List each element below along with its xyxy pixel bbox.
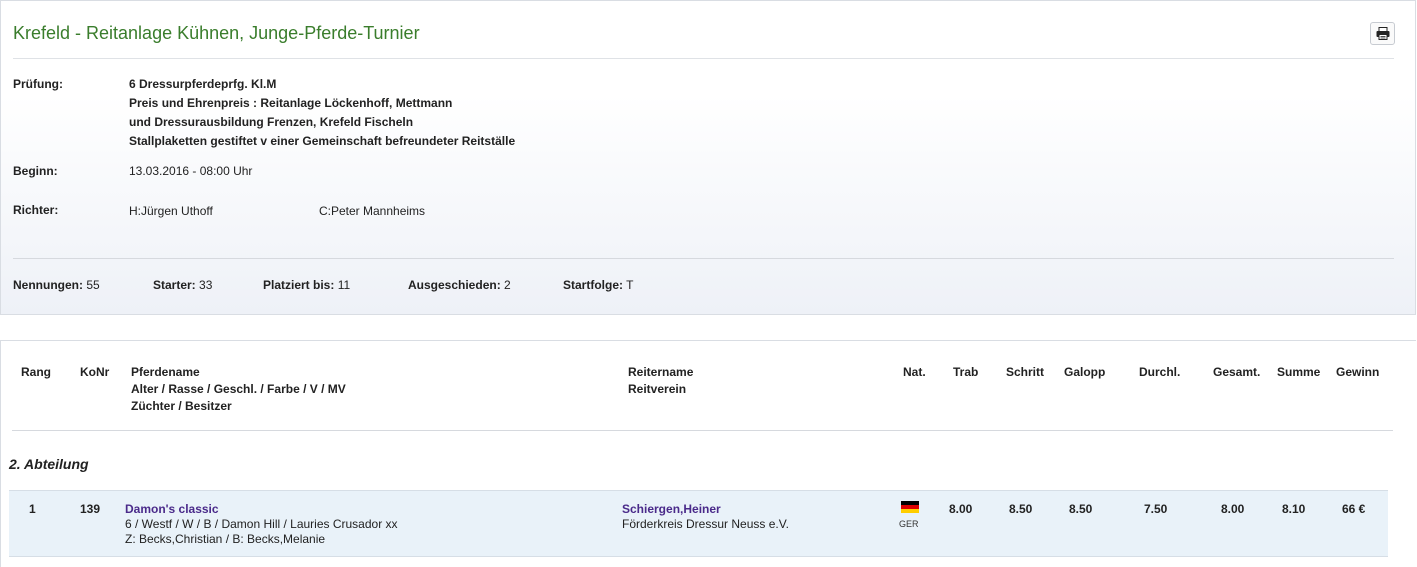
rider-name-link[interactable]: Schiergen,Heiner xyxy=(622,502,789,517)
cell-gesamt: 8.00 xyxy=(1221,502,1245,516)
stat-value: 55 xyxy=(86,278,100,292)
cell-trab: 8.00 xyxy=(949,502,973,516)
stat-value: 11 xyxy=(337,278,351,292)
horse-details: 6 / Westf / W / B / Damon Hill / Lauries… xyxy=(125,517,398,531)
cell-reiter: Schiergen,Heiner Förderkreis Dressur Neu… xyxy=(622,502,789,532)
cell-pferd: Damon's classic 6 / Westf / W / B / Damo… xyxy=(125,502,398,547)
rider-club: Förderkreis Dressur Neuss e.V. xyxy=(622,517,789,531)
cell-galopp: 8.50 xyxy=(1069,502,1093,516)
pruefung-label: Prüfung: xyxy=(13,77,63,91)
col-header-konr: KoNr xyxy=(80,365,110,379)
stat-platziert: Platziert bis: 11 xyxy=(263,278,350,292)
pruefung-line: 6 Dressurpferdeprfg. Kl.M xyxy=(129,77,277,91)
cell-summe: 8.10 xyxy=(1282,502,1306,516)
col-header-galopp: Galopp xyxy=(1064,365,1106,379)
cell-schritt: 8.50 xyxy=(1009,502,1033,516)
col-header-line: Pferdename xyxy=(131,365,200,379)
stat-label: Starter: xyxy=(153,278,196,292)
nat-code: GER xyxy=(899,519,919,529)
col-header-trab: Trab xyxy=(953,365,979,379)
pruefung-line: Stallplaketten gestiftet v einer Gemeins… xyxy=(129,134,516,148)
richter-c: C:Peter Mannheims xyxy=(319,204,426,218)
breeder-owner: Z: Becks,Christian / B: Becks,Melanie xyxy=(125,532,326,546)
col-header-line: Reitername xyxy=(628,365,694,379)
col-header-durchl: Durchl. xyxy=(1139,365,1181,379)
col-header-line: Alter / Rasse / Geschl. / Farbe / V / MV xyxy=(131,382,346,396)
page-title: Krefeld - Reitanlage Kühnen, Junge-Pferd… xyxy=(13,23,420,43)
print-button[interactable] xyxy=(1370,22,1395,45)
header-divider xyxy=(13,58,1394,59)
col-header-schritt: Schritt xyxy=(1006,365,1045,379)
richter-h: H:Jürgen Uthoff xyxy=(129,204,213,218)
horse-name-link[interactable]: Damon's classic xyxy=(125,502,398,517)
competition-info-panel: Krefeld - Reitanlage Kühnen, Junge-Pferd… xyxy=(0,0,1416,315)
col-header-pferd: Pferdename Alter / Rasse / Geschl. / Far… xyxy=(131,364,346,415)
col-header-gesamt: Gesamt. xyxy=(1213,365,1261,379)
stats-divider xyxy=(13,258,1394,259)
stat-starter: Starter: 33 xyxy=(153,278,212,292)
cell-rang: 1 xyxy=(29,502,36,516)
stat-label: Platziert bis: xyxy=(263,278,335,292)
cell-durchl: 7.50 xyxy=(1144,502,1168,516)
beginn-label: Beginn: xyxy=(13,164,58,178)
germany-flag-icon xyxy=(901,501,919,513)
pruefung-line: und Dressurausbildung Frenzen, Krefeld F… xyxy=(129,115,414,129)
stat-label: Startfolge: xyxy=(563,278,623,292)
col-header-reiter: Reitername Reitverein xyxy=(628,364,693,398)
table-row: 1 139 Damon's classic 6 / Westf / W / B … xyxy=(9,490,1388,557)
cell-konr: 139 xyxy=(80,502,101,516)
col-header-rang: Rang xyxy=(21,365,51,379)
col-header-line: Züchter / Besitzer xyxy=(131,399,232,413)
stat-value: 2 xyxy=(504,278,511,292)
stat-label: Nennungen: xyxy=(13,278,83,292)
stat-value: 33 xyxy=(199,278,213,292)
col-header-summe: Summe xyxy=(1277,365,1321,379)
stat-value: T xyxy=(626,278,634,292)
pruefung-value: 6 Dressurpferdeprfg. Kl.M Preis und Ehre… xyxy=(129,75,515,151)
header-divider xyxy=(12,430,1393,431)
stat-startfolge: Startfolge: T xyxy=(563,278,633,292)
printer-icon xyxy=(1376,27,1389,40)
stat-ausgeschieden: Ausgeschieden: 2 xyxy=(408,278,511,292)
section-title: 2. Abteilung xyxy=(9,456,89,472)
col-header-line: Reitverein xyxy=(628,382,687,396)
beginn-value: 13.03.2016 - 08:00 Uhr xyxy=(129,164,253,178)
col-header-gewinn: Gewinn xyxy=(1336,365,1380,379)
pruefung-line: Preis und Ehrenpreis : Reitanlage Löcken… xyxy=(129,96,453,110)
col-header-nat: Nat. xyxy=(903,365,926,379)
richter-label: Richter: xyxy=(13,203,59,217)
stat-label: Ausgeschieden: xyxy=(408,278,501,292)
cell-gewinn: 66 € xyxy=(1342,502,1366,516)
stat-nennungen: Nennungen: 55 xyxy=(13,278,100,292)
